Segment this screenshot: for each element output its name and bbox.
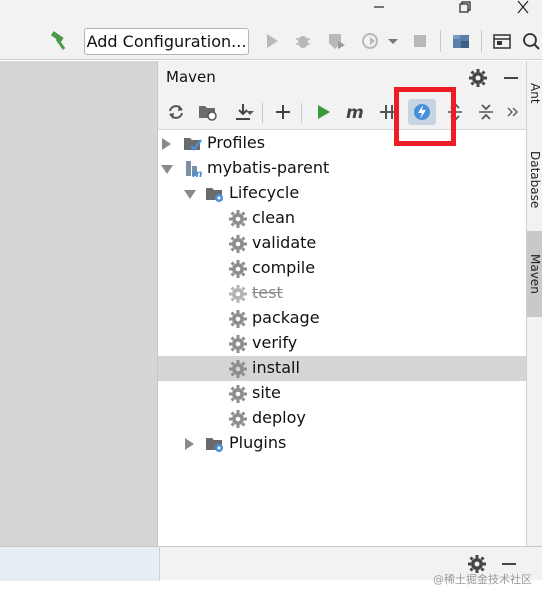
gear-icon xyxy=(229,285,247,303)
gear-icon xyxy=(229,360,247,378)
lifecycle-goal-install[interactable]: install xyxy=(158,356,526,381)
gear-icon xyxy=(229,210,247,228)
tree-item-label: site xyxy=(252,383,281,402)
highlight-annotation-box xyxy=(394,87,456,146)
collapse-arrow-icon[interactable] xyxy=(161,165,173,174)
gear-icon xyxy=(229,410,247,428)
expand-arrow-icon[interactable] xyxy=(162,138,171,150)
toolbar-separator xyxy=(481,30,482,52)
build-hammer-icon[interactable] xyxy=(47,31,69,51)
gear-icon xyxy=(229,260,247,278)
tab-label: Database xyxy=(528,151,542,209)
editor-area xyxy=(0,61,157,546)
tab-database[interactable]: Database xyxy=(527,137,542,223)
tree-item-label: Profiles xyxy=(207,133,266,152)
tab-maven[interactable]: Maven xyxy=(527,231,542,317)
tree-item-label: validate xyxy=(252,233,317,252)
lifecycle-goal-deploy[interactable]: deploy xyxy=(158,406,526,431)
toolbar-separator xyxy=(262,103,263,123)
svg-text:m: m xyxy=(346,103,364,122)
toolbar-separator xyxy=(440,30,441,52)
watermark-text: @稀土掘金技术社区 xyxy=(433,573,532,586)
lifecycle-goal-clean[interactable]: clean xyxy=(158,206,526,231)
tree-item-label: package xyxy=(252,308,320,327)
lifecycle-goal-package[interactable]: package xyxy=(158,306,526,331)
reload-icon[interactable] xyxy=(164,101,188,123)
tab-ant[interactable]: Ant xyxy=(527,65,542,121)
execute-maven-goal-icon[interactable]: m xyxy=(344,101,368,123)
expand-arrow-icon[interactable] xyxy=(185,438,194,450)
tree-item-profiles[interactable]: Profiles xyxy=(158,131,526,156)
tree-item-lifecycle[interactable]: Lifecycle xyxy=(158,181,526,206)
tree-item-mybatis-parent[interactable]: m mybatis-parent xyxy=(158,156,526,181)
lifecycle-goal-site[interactable]: site xyxy=(158,381,526,406)
maven-title: Maven xyxy=(166,68,216,86)
tree-item-label: clean xyxy=(252,208,296,227)
gear-icon xyxy=(229,385,247,403)
collapse-all-icon[interactable] xyxy=(474,101,498,123)
project-structure-icon[interactable] xyxy=(450,31,472,51)
gear-icon xyxy=(229,335,247,353)
lifecycle-goal-test[interactable]: test xyxy=(158,281,526,306)
main-toolbar: Add Configuration... xyxy=(0,22,542,60)
search-icon[interactable] xyxy=(520,31,542,51)
more-actions-icon[interactable] xyxy=(505,101,521,123)
run-icon[interactable] xyxy=(261,31,283,51)
tree-item-label: compile xyxy=(252,258,316,277)
maven-toolbar: m xyxy=(158,94,526,130)
minimize-panel-icon[interactable] xyxy=(501,68,521,88)
right-tool-stripe: Ant Database Maven xyxy=(526,61,542,546)
restore-button[interactable] xyxy=(450,0,480,14)
presentation-mode-icon[interactable] xyxy=(491,31,513,51)
tree-item-label: deploy xyxy=(252,408,306,427)
chevron-down-icon[interactable] xyxy=(382,31,404,51)
run-maven-build-icon[interactable] xyxy=(311,101,335,123)
toolbar-separator xyxy=(301,103,302,123)
profiles-icon xyxy=(184,138,202,151)
gear-icon[interactable] xyxy=(468,68,488,88)
gear-icon xyxy=(229,310,247,328)
maven-header: Maven xyxy=(158,61,526,94)
tree-item-plugins[interactable]: Plugins xyxy=(158,431,526,456)
bottom-left-panel xyxy=(0,547,160,581)
stop-icon[interactable] xyxy=(409,31,431,51)
run-with-coverage-icon[interactable] xyxy=(325,31,347,51)
add-icon[interactable] xyxy=(271,101,295,123)
lifecycle-goal-validate[interactable]: validate xyxy=(158,231,526,256)
lifecycle-folder-icon xyxy=(206,188,223,202)
maven-module-icon: m xyxy=(186,161,202,178)
gear-icon xyxy=(229,235,247,253)
minimize-button[interactable] xyxy=(364,0,394,14)
close-window-button[interactable] xyxy=(508,0,538,14)
profile-icon[interactable] xyxy=(360,31,382,51)
tree-item-label: mybatis-parent xyxy=(207,158,330,177)
tree-item-label: verify xyxy=(252,333,298,352)
tab-label: Maven xyxy=(528,254,542,294)
generate-sources-icon[interactable] xyxy=(196,101,220,123)
debug-icon[interactable] xyxy=(292,31,314,51)
tree-item-label: Plugins xyxy=(229,433,287,452)
window-title-bar xyxy=(0,0,542,22)
lifecycle-goal-verify[interactable]: verify xyxy=(158,331,526,356)
collapse-arrow-icon[interactable] xyxy=(184,190,196,199)
tree-item-label: Lifecycle xyxy=(229,183,300,202)
tab-label: Ant xyxy=(528,82,542,104)
chevron-down-icon[interactable] xyxy=(244,108,256,118)
tree-item-label: install xyxy=(252,358,300,377)
add-configuration-button[interactable]: Add Configuration... xyxy=(84,28,249,55)
maven-tool-window: Maven m Profiles m mybatis-parent Lifecy… xyxy=(157,61,526,546)
tree-item-label: test xyxy=(252,283,283,302)
plugins-folder-icon xyxy=(206,438,223,452)
svg-text:m: m xyxy=(192,169,202,178)
lifecycle-goal-compile[interactable]: compile xyxy=(158,256,526,281)
